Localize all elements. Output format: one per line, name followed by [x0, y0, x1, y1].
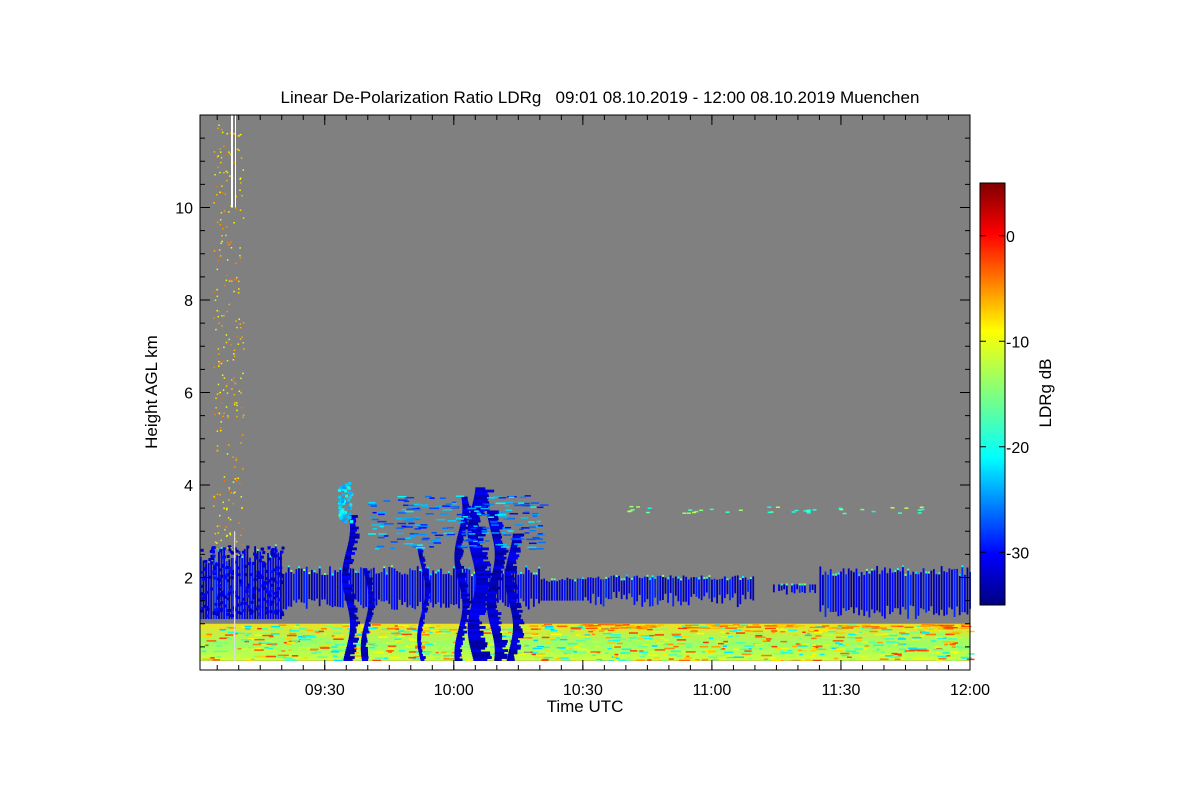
y-tick-label-4: 10	[175, 201, 193, 218]
colorbar-tick-label-1: -10	[1006, 334, 1029, 351]
boundary-layer-band	[200, 623, 970, 661]
lowest-gate-strip	[200, 661, 970, 670]
y-tick-label-2: 6	[184, 386, 193, 403]
x-axis-label: Time UTC	[546, 697, 624, 716]
colorbar-label: LDRg dB	[1036, 358, 1055, 428]
y-tick-label-3: 8	[184, 293, 193, 310]
y-axis-label: Height AGL km	[142, 335, 161, 449]
y-tick-label-0: 2	[184, 571, 193, 588]
colorbar-tick-label-3: -30	[1006, 545, 1029, 562]
ldr-figure: Linear De-Polarization Ratio LDRg 09:01 …	[0, 0, 1200, 800]
y-tick-label-1: 4	[184, 478, 193, 495]
colorbar-tick-label-2: -20	[1006, 440, 1029, 457]
colorbar-tick-label-0: 0	[1006, 229, 1015, 246]
colorbar	[979, 182, 1006, 606]
plot-canvas: 09:30 10:00 10:30 11:00 11:30 12:00246810 0-1…	[175, 114, 1029, 699]
